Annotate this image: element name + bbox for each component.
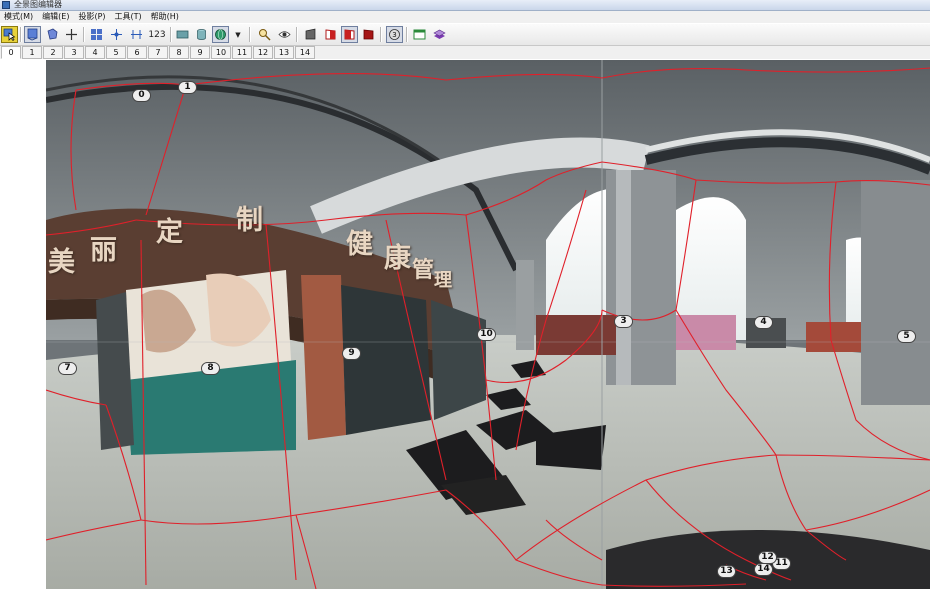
tab-face-3[interactable]: 3	[64, 46, 84, 59]
face-red-filled-icon[interactable]	[360, 26, 377, 43]
tab-face-0[interactable]: 0	[1, 46, 21, 59]
dropdown-glyph: ▼	[235, 30, 241, 39]
segment-marker[interactable]: 1	[178, 81, 197, 94]
toolbar-separator	[83, 27, 85, 42]
menu-mode[interactable]: 模式(M)	[0, 11, 38, 23]
segment-marker[interactable]: 0	[132, 89, 151, 102]
zoom-icon[interactable]	[256, 26, 273, 43]
cylinder-projection-icon[interactable]	[193, 26, 210, 43]
toolbar-separator	[380, 27, 382, 42]
tab-face-9[interactable]: 9	[190, 46, 210, 59]
tab-face-2[interactable]: 2	[43, 46, 63, 59]
move-point-icon[interactable]	[108, 26, 125, 43]
face-tab-bar: 0 1 2 3 4 5 6 7 8 9 10 11 12 13 14	[0, 46, 930, 59]
tab-face-11[interactable]: 11	[232, 46, 252, 59]
sign-character: 美	[48, 247, 75, 278]
toolbar-separator	[406, 27, 408, 42]
sign-character: 制	[236, 205, 263, 236]
segment-marker[interactable]: 8	[201, 362, 220, 375]
sign-character: 健	[346, 229, 373, 260]
segment-marker[interactable]: 3	[614, 315, 633, 328]
tab-face-1[interactable]: 1	[22, 46, 42, 59]
menu-tools[interactable]: 工具(T)	[111, 11, 147, 23]
align-horizontal-icon[interactable]	[128, 26, 145, 43]
tab-face-6[interactable]: 6	[127, 46, 147, 59]
toolbar-separator	[170, 27, 172, 42]
layers-stack-icon[interactable]	[431, 26, 448, 43]
plane-projection-icon[interactable]	[174, 26, 191, 43]
grid-select-icon[interactable]	[88, 26, 105, 43]
tab-face-13[interactable]: 13	[274, 46, 294, 59]
toolbar-separator	[296, 27, 298, 42]
segment-marker[interactable]: 13	[717, 565, 736, 578]
toolbar-separator	[249, 27, 251, 42]
face-gray-icon[interactable]	[302, 26, 319, 43]
toolbar-separator	[20, 27, 22, 42]
sign-character: 丽	[90, 235, 117, 266]
window-layout-icon[interactable]	[411, 26, 428, 43]
sphere-projection-icon[interactable]	[212, 26, 229, 43]
projection-dropdown-icon[interactable]: ▼	[232, 26, 244, 43]
numbering-label: 123	[148, 29, 166, 40]
badge-number: 3	[392, 31, 396, 39]
window-title: 全景图编辑器	[14, 0, 62, 9]
title-bar: 全景图编辑器	[0, 0, 930, 11]
segment-marker[interactable]: 14	[754, 563, 773, 576]
face-red-outline-icon[interactable]	[322, 26, 339, 43]
tab-face-5[interactable]: 5	[106, 46, 126, 59]
tab-face-12[interactable]: 12	[253, 46, 273, 59]
sign-character: 理	[434, 270, 452, 291]
panorama-canvas[interactable]: 美 丽 定 制 健 康 管 理 0 1 3 4 5 7 8 9 10 11 12…	[46, 60, 930, 589]
eye-preview-icon[interactable]	[276, 26, 293, 43]
tab-face-8[interactable]: 8	[169, 46, 189, 59]
tab-face-7[interactable]: 7	[148, 46, 168, 59]
tab-face-14[interactable]: 14	[295, 46, 315, 59]
menu-projection[interactable]: 投影(P)	[74, 11, 110, 23]
sign-character: 定	[156, 217, 183, 248]
segment-marker[interactable]: 10	[477, 328, 496, 341]
tab-face-4[interactable]: 4	[85, 46, 105, 59]
segment-marker[interactable]: 9	[342, 347, 361, 360]
menu-edit[interactable]: 编辑(E)	[38, 11, 74, 23]
menu-help[interactable]: 帮助(H)	[147, 11, 184, 23]
sign-character: 管	[412, 257, 435, 283]
panorama-image	[46, 60, 930, 589]
menu-bar: 模式(M) 编辑(E) 投影(P) 工具(T) 帮助(H)	[0, 11, 930, 23]
crosshair-add-icon[interactable]	[63, 26, 80, 43]
segment-marker[interactable]: 5	[897, 330, 916, 343]
numbering-icon[interactable]: 123	[147, 26, 167, 43]
face-red-active-icon[interactable]	[341, 26, 358, 43]
segment-marker[interactable]: 4	[754, 316, 773, 329]
view-panorama-icon[interactable]	[24, 26, 41, 43]
app-icon	[2, 1, 10, 9]
sign-character: 康	[384, 243, 411, 274]
select-arrow-icon[interactable]	[1, 26, 18, 43]
numbered-badge-icon[interactable]: 3	[386, 26, 403, 43]
polygon-icon[interactable]	[44, 26, 61, 43]
toolbar: 123 ▼ 3	[0, 24, 930, 46]
tab-face-10[interactable]: 10	[211, 46, 231, 59]
segment-marker[interactable]: 7	[58, 362, 77, 375]
